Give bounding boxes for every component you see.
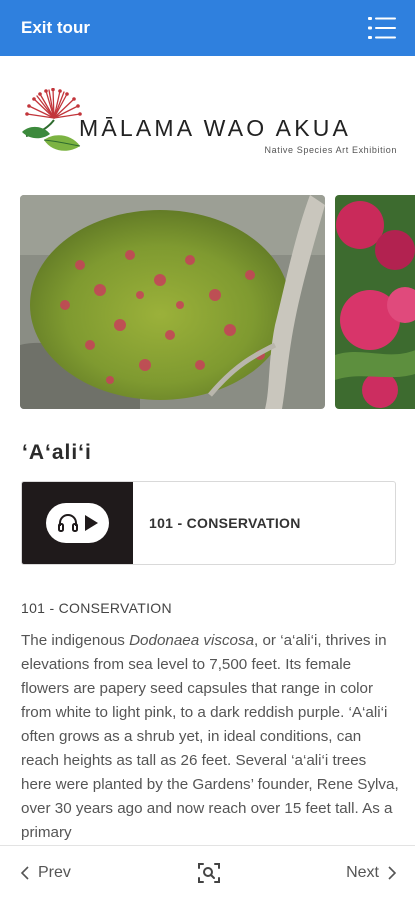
audio-thumbnail — [22, 482, 133, 564]
scan-search-icon[interactable] — [197, 861, 221, 885]
bottom-nav-bar: Prev Next — [0, 845, 415, 900]
scientific-name: Dodonaea viscosa — [129, 632, 255, 649]
play-icon — [84, 515, 98, 531]
exhibition-logo: MĀLAMA WAO AKUA Native Species Art Exhib… — [20, 88, 398, 160]
audio-track-label[interactable]: 101 - CONSERVATION — [133, 482, 395, 564]
audio-track-card[interactable]: 101 - CONSERVATION — [21, 481, 396, 565]
exit-tour-button[interactable]: Exit tour — [21, 18, 90, 38]
prev-label: Prev — [38, 864, 71, 881]
plant-title: ʻAʻaliʻi — [22, 441, 92, 464]
description-part-1: The indigenous — [21, 632, 130, 649]
section-heading: 101 - CONSERVATION — [21, 600, 172, 616]
description-text: The indigenous Dodonaea viscosa, or ‘a‘a… — [21, 629, 399, 842]
aali-shrub-photo[interactable] — [20, 195, 325, 409]
list-menu-icon[interactable] — [367, 13, 397, 43]
play-audio-button[interactable] — [46, 503, 109, 543]
image-carousel[interactable] — [20, 195, 415, 409]
headphones-icon — [57, 514, 78, 532]
next-label: Next — [346, 864, 379, 881]
next-button[interactable]: Next — [346, 864, 397, 882]
exhibition-title: MĀLAMA WAO AKUA — [79, 115, 352, 141]
prev-button[interactable]: Prev — [20, 864, 71, 882]
chevron-left-icon — [20, 866, 29, 880]
top-bar: Exit tour — [0, 0, 415, 56]
description-part-2: , or ‘a‘ali‘i, thrives in elevations fro… — [21, 632, 399, 841]
exhibition-subtitle: Native Species Art Exhibition — [264, 145, 397, 155]
pink-flower-photo[interactable] — [335, 195, 415, 409]
chevron-right-icon — [388, 866, 397, 880]
